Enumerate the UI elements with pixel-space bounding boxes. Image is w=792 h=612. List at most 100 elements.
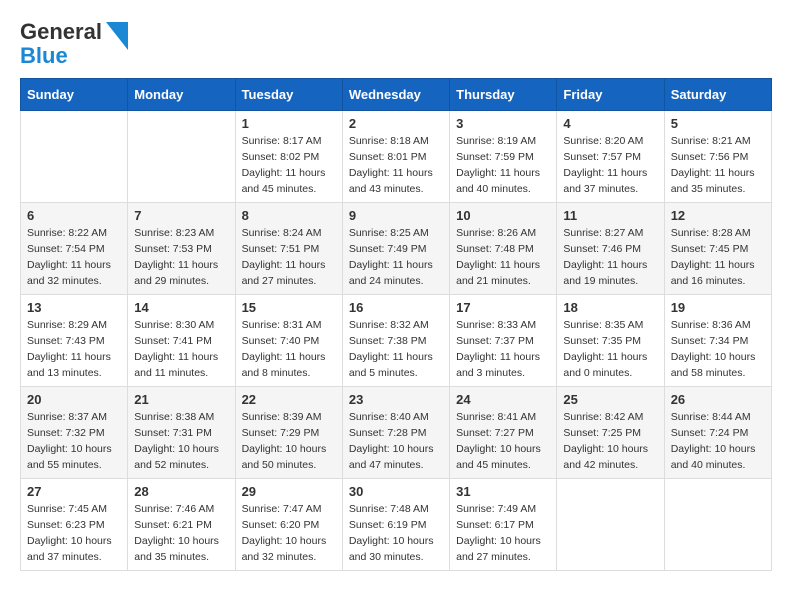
calendar-cell: 6 Sunrise: 8:22 AMSunset: 7:54 PMDaylight… (21, 203, 128, 295)
calendar-cell: 23Sunrise: 8:40 AMSunset: 7:28 PMDayligh… (342, 387, 449, 479)
day-info: Sunrise: 8:17 AMSunset: 8:02 PMDaylight:… (242, 134, 336, 197)
day-number: 18 (563, 300, 657, 315)
logo: General Blue (20, 20, 128, 68)
day-info: Sunrise: 8:37 AMSunset: 7:32 PMDaylight:… (27, 410, 121, 473)
day-number: 20 (27, 392, 121, 407)
day-info: Sunrise: 7:49 AMSunset: 6:17 PMDaylight:… (456, 502, 550, 565)
day-info: Sunrise: 8:28 AMSunset: 7:45 PMDaylight:… (671, 226, 765, 289)
day-number: 7 (134, 208, 228, 223)
day-info: Sunrise: 8:24 AMSunset: 7:51 PMDaylight:… (242, 226, 336, 289)
logo-triangle-icon (106, 22, 128, 50)
day-number: 10 (456, 208, 550, 223)
day-number: 29 (242, 484, 336, 499)
day-info: Sunrise: 8:38 AMSunset: 7:31 PMDaylight:… (134, 410, 228, 473)
calendar-cell: 29 Sunrise: 7:47 AMSunset: 6:20 PMDayligh… (235, 479, 342, 571)
weekday-header-row: SundayMondayTuesdayWednesdayThursdayFrid… (21, 79, 772, 111)
day-info: Sunrise: 8:42 AMSunset: 7:25 PMDaylight:… (563, 410, 657, 473)
day-number: 27 (27, 484, 121, 499)
day-info: Sunrise: 8:35 AMSunset: 7:35 PMDaylight:… (563, 318, 657, 381)
day-number: 23 (349, 392, 443, 407)
calendar-cell: 24 Sunrise: 8:41 AMSunset: 7:27 PMDayligh… (450, 387, 557, 479)
calendar-cell: 20 Sunrise: 8:37 AMSunset: 7:32 PMDayligh… (21, 387, 128, 479)
calendar-cell: 1 Sunrise: 8:17 AMSunset: 8:02 PMDaylight… (235, 111, 342, 203)
calendar-cell: 12 Sunrise: 8:28 AMSunset: 7:45 PMDayligh… (664, 203, 771, 295)
calendar-cell: 9 Sunrise: 8:25 AMSunset: 7:49 PMDaylight… (342, 203, 449, 295)
day-info: Sunrise: 7:45 AMSunset: 6:23 PMDaylight:… (27, 502, 121, 565)
weekday-header-thursday: Thursday (450, 79, 557, 111)
calendar-cell: 15 Sunrise: 8:31 AMSunset: 7:40 PMDayligh… (235, 295, 342, 387)
day-number: 1 (242, 116, 336, 131)
calendar-cell (557, 479, 664, 571)
day-number: 19 (671, 300, 765, 315)
day-info: Sunrise: 8:30 AMSunset: 7:41 PMDaylight:… (134, 318, 228, 381)
logo-general: General (20, 19, 102, 44)
calendar-cell: 22Sunrise: 8:39 AMSunset: 7:29 PMDayligh… (235, 387, 342, 479)
week-row-1: 1 Sunrise: 8:17 AMSunset: 8:02 PMDaylight… (21, 111, 772, 203)
day-number: 2 (349, 116, 443, 131)
page-header: General Blue (20, 20, 772, 68)
day-info: Sunrise: 8:26 AMSunset: 7:48 PMDaylight:… (456, 226, 550, 289)
day-info: Sunrise: 8:20 AMSunset: 7:57 PMDaylight:… (563, 134, 657, 197)
day-info: Sunrise: 8:23 AMSunset: 7:53 PMDaylight:… (134, 226, 228, 289)
calendar-cell (664, 479, 771, 571)
day-info: Sunrise: 8:33 AMSunset: 7:37 PMDaylight:… (456, 318, 550, 381)
calendar-cell: 27 Sunrise: 7:45 AMSunset: 6:23 PMDayligh… (21, 479, 128, 571)
weekday-header-wednesday: Wednesday (342, 79, 449, 111)
calendar-cell: 31Sunrise: 7:49 AMSunset: 6:17 PMDayligh… (450, 479, 557, 571)
day-number: 21 (134, 392, 228, 407)
calendar-cell: 8 Sunrise: 8:24 AMSunset: 7:51 PMDaylight… (235, 203, 342, 295)
calendar-cell: 2 Sunrise: 8:18 AMSunset: 8:01 PMDaylight… (342, 111, 449, 203)
calendar-cell: 3 Sunrise: 8:19 AMSunset: 7:59 PMDaylight… (450, 111, 557, 203)
day-info: Sunrise: 8:19 AMSunset: 7:59 PMDaylight:… (456, 134, 550, 197)
day-info: Sunrise: 8:31 AMSunset: 7:40 PMDaylight:… (242, 318, 336, 381)
day-info: Sunrise: 8:36 AMSunset: 7:34 PMDaylight:… (671, 318, 765, 381)
calendar-cell: 21 Sunrise: 8:38 AMSunset: 7:31 PMDayligh… (128, 387, 235, 479)
calendar-cell: 13 Sunrise: 8:29 AMSunset: 7:43 PMDayligh… (21, 295, 128, 387)
calendar-cell: 30 Sunrise: 7:48 AMSunset: 6:19 PMDayligh… (342, 479, 449, 571)
day-number: 3 (456, 116, 550, 131)
week-row-2: 6 Sunrise: 8:22 AMSunset: 7:54 PMDaylight… (21, 203, 772, 295)
day-info: Sunrise: 8:18 AMSunset: 8:01 PMDaylight:… (349, 134, 443, 197)
calendar-cell: 14 Sunrise: 8:30 AMSunset: 7:41 PMDayligh… (128, 295, 235, 387)
calendar-table: SundayMondayTuesdayWednesdayThursdayFrid… (20, 78, 772, 571)
calendar-cell: 5Sunrise: 8:21 AMSunset: 7:56 PMDaylight… (664, 111, 771, 203)
calendar-cell: 16Sunrise: 8:32 AMSunset: 7:38 PMDayligh… (342, 295, 449, 387)
day-number: 6 (27, 208, 121, 223)
day-info: Sunrise: 8:41 AMSunset: 7:27 PMDaylight:… (456, 410, 550, 473)
calendar-cell: 17 Sunrise: 8:33 AMSunset: 7:37 PMDayligh… (450, 295, 557, 387)
day-info: Sunrise: 8:39 AMSunset: 7:29 PMDaylight:… (242, 410, 336, 473)
day-info: Sunrise: 7:48 AMSunset: 6:19 PMDaylight:… (349, 502, 443, 565)
calendar-cell (128, 111, 235, 203)
day-info: Sunrise: 7:47 AMSunset: 6:20 PMDaylight:… (242, 502, 336, 565)
week-row-5: 27 Sunrise: 7:45 AMSunset: 6:23 PMDayligh… (21, 479, 772, 571)
day-number: 24 (456, 392, 550, 407)
day-number: 16 (349, 300, 443, 315)
day-info: Sunrise: 8:27 AMSunset: 7:46 PMDaylight:… (563, 226, 657, 289)
calendar-cell: 18 Sunrise: 8:35 AMSunset: 7:35 PMDayligh… (557, 295, 664, 387)
weekday-header-friday: Friday (557, 79, 664, 111)
calendar-cell (21, 111, 128, 203)
weekday-header-monday: Monday (128, 79, 235, 111)
day-number: 25 (563, 392, 657, 407)
week-row-3: 13 Sunrise: 8:29 AMSunset: 7:43 PMDayligh… (21, 295, 772, 387)
day-info: Sunrise: 8:25 AMSunset: 7:49 PMDaylight:… (349, 226, 443, 289)
day-number: 8 (242, 208, 336, 223)
day-number: 17 (456, 300, 550, 315)
day-number: 14 (134, 300, 228, 315)
day-number: 26 (671, 392, 765, 407)
day-number: 9 (349, 208, 443, 223)
calendar-cell: 26 Sunrise: 8:44 AMSunset: 7:24 PMDayligh… (664, 387, 771, 479)
calendar-cell: 19 Sunrise: 8:36 AMSunset: 7:34 PMDayligh… (664, 295, 771, 387)
weekday-header-sunday: Sunday (21, 79, 128, 111)
day-info: Sunrise: 8:44 AMSunset: 7:24 PMDaylight:… (671, 410, 765, 473)
calendar-cell: 4 Sunrise: 8:20 AMSunset: 7:57 PMDaylight… (557, 111, 664, 203)
logo-blue: Blue (20, 43, 68, 68)
day-info: Sunrise: 8:29 AMSunset: 7:43 PMDaylight:… (27, 318, 121, 381)
day-number: 5 (671, 116, 765, 131)
day-number: 12 (671, 208, 765, 223)
day-number: 13 (27, 300, 121, 315)
day-info: Sunrise: 8:22 AMSunset: 7:54 PMDaylight:… (27, 226, 121, 289)
day-number: 4 (563, 116, 657, 131)
day-number: 30 (349, 484, 443, 499)
day-number: 15 (242, 300, 336, 315)
